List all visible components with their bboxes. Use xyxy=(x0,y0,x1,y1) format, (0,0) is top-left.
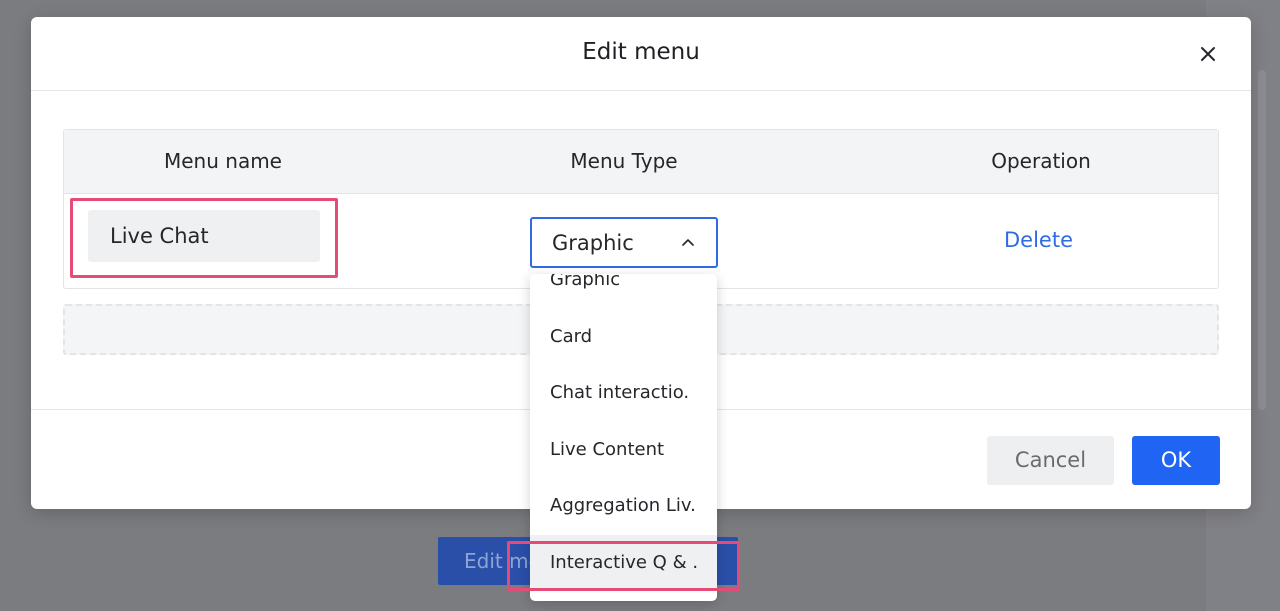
dropdown-option-graphic[interactable]: Graphic xyxy=(530,274,717,309)
menu-type-select[interactable]: Graphic xyxy=(530,217,718,268)
table-header: Menu name Menu Type Operation xyxy=(64,130,1218,194)
column-header-operation: Operation xyxy=(991,149,1091,173)
menu-type-selected-value: Graphic xyxy=(552,231,634,255)
column-header-menu-type: Menu Type xyxy=(570,149,678,173)
background-scrollbar xyxy=(1258,70,1266,410)
menu-table: Menu name Menu Type Operation Live Chat … xyxy=(63,129,1219,289)
menu-name-input[interactable]: Live Chat xyxy=(88,210,320,262)
cancel-button[interactable]: Cancel xyxy=(987,436,1114,485)
dropdown-option-card[interactable]: Card xyxy=(530,309,717,366)
delete-link[interactable]: Delete xyxy=(1004,228,1073,252)
dialog-header: Edit menu xyxy=(31,17,1251,91)
chevron-up-icon xyxy=(680,235,696,251)
interactive-qa-highlight xyxy=(507,541,740,591)
dialog-title: Edit menu xyxy=(582,39,700,65)
dropdown-option-live-content[interactable]: Live Content xyxy=(530,422,717,479)
dropdown-option-chat-interaction[interactable]: Chat interactio. xyxy=(530,365,717,422)
close-icon[interactable] xyxy=(1195,41,1221,67)
column-header-menu-name: Menu name xyxy=(164,149,282,173)
ok-button[interactable]: OK xyxy=(1132,436,1220,485)
dropdown-option-aggregation-live[interactable]: Aggregation Liv. xyxy=(530,478,717,535)
